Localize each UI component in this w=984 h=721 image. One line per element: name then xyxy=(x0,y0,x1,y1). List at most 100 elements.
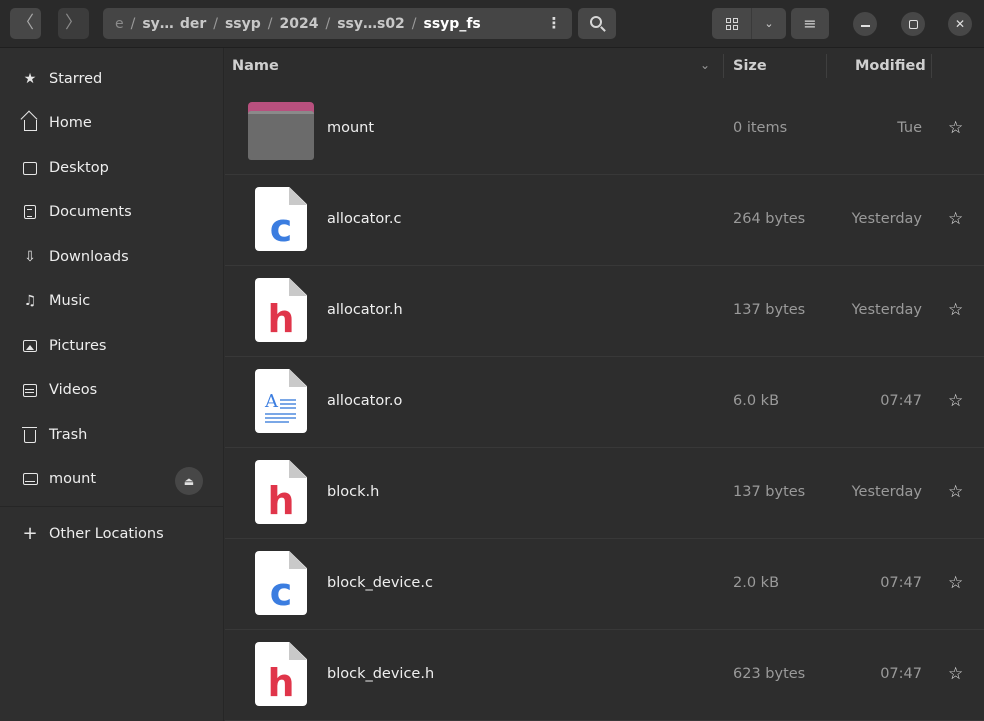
sidebar-item-desktop[interactable]: Desktop xyxy=(0,148,224,188)
star-toggle-icon[interactable]: ☆ xyxy=(948,391,963,411)
sidebar-item-music[interactable]: ♫ Music xyxy=(0,281,224,321)
search-button[interactable] xyxy=(578,8,616,39)
search-icon xyxy=(589,16,602,28)
file-type-letter: c xyxy=(269,206,293,250)
file-row[interactable]: h block_device.h 623 bytes 07:47 ☆ xyxy=(225,630,984,721)
chevron-right-icon: 〉 xyxy=(65,13,82,33)
file-modified: Tue xyxy=(897,120,922,136)
sidebar-item-label: Desktop xyxy=(49,160,109,176)
file-row[interactable]: mount 0 items Tue ☆ xyxy=(225,84,984,175)
forward-button[interactable]: 〉 xyxy=(58,8,89,39)
sidebar-item-label: Trash xyxy=(49,427,88,443)
sidebar-item-label: Other Locations xyxy=(49,526,164,542)
trash-icon xyxy=(22,427,38,443)
star-toggle-icon[interactable]: ☆ xyxy=(948,482,963,502)
sidebar: ★ Starred Home Desktop Documents ⇩ Downl… xyxy=(0,48,224,721)
sidebar-item-videos[interactable]: Videos xyxy=(0,370,224,410)
file-size: 623 bytes xyxy=(733,666,806,682)
file-row[interactable]: c block_device.c 2.0 kB 07:47 ☆ xyxy=(225,539,984,630)
sidebar-item-label: Videos xyxy=(49,382,98,398)
sidebar-item-downloads[interactable]: ⇩ Downloads xyxy=(0,237,224,277)
path-menu-button[interactable]: ⋮ xyxy=(544,13,564,34)
desktop-icon xyxy=(22,160,38,176)
file-type-letter: h xyxy=(267,297,295,341)
file-modified: 07:47 xyxy=(880,666,922,682)
file-name: block_device.h xyxy=(327,666,435,682)
path-bar: e / sy… der / ssyp / 2024 / ssy…s02 / ss… xyxy=(103,8,572,39)
hamburger-menu-icon: ≡ xyxy=(803,14,817,33)
file-list: Name ⌄ Size Modified mount 0 items Tue ☆… xyxy=(225,48,984,721)
column-name-header[interactable]: Name xyxy=(232,58,279,74)
file-manager-window: 〈 〉 e / sy… der / ssyp / 2024 / ssy…s02 … xyxy=(0,0,984,721)
minimize-button[interactable] xyxy=(853,12,877,36)
file-row[interactable]: c allocator.c 264 bytes Yesterday ☆ xyxy=(225,175,984,266)
column-divider xyxy=(826,54,827,78)
sidebar-item-label: Documents xyxy=(49,204,132,220)
file-size: 137 bytes xyxy=(733,302,806,318)
sidebar-item-home[interactable]: Home xyxy=(0,103,224,143)
file-modified: Yesterday xyxy=(851,484,922,500)
breadcrumb-item[interactable]: e xyxy=(115,16,124,32)
grid-view-button[interactable] xyxy=(712,8,752,39)
column-divider xyxy=(723,54,724,78)
sidebar-item-label: Home xyxy=(49,115,92,131)
file-modified: 07:47 xyxy=(880,575,922,591)
view-toggle-group: ⌄ xyxy=(712,8,786,39)
download-icon: ⇩ xyxy=(24,249,36,265)
star-toggle-icon[interactable]: ☆ xyxy=(948,118,963,138)
file-row[interactable]: h allocator.h 137 bytes Yesterday ☆ xyxy=(225,266,984,357)
star-toggle-icon[interactable]: ☆ xyxy=(948,300,963,320)
breadcrumb-separator: / xyxy=(130,15,136,32)
column-modified-header[interactable]: Modified xyxy=(855,58,926,74)
videos-icon xyxy=(22,382,38,398)
file-name: mount xyxy=(327,120,375,136)
file-row[interactable]: h block.h 137 bytes Yesterday ☆ xyxy=(225,448,984,539)
maximize-button[interactable] xyxy=(901,12,925,36)
breadcrumb-item[interactable]: der xyxy=(180,16,206,32)
file-name: allocator.h xyxy=(327,302,403,318)
file-modified: Yesterday xyxy=(851,302,922,318)
close-icon: ✕ xyxy=(954,17,966,31)
file-modified: 07:47 xyxy=(880,393,922,409)
sidebar-divider xyxy=(0,506,224,507)
eject-icon: ⏏ xyxy=(183,474,195,488)
sidebar-item-starred[interactable]: ★ Starred xyxy=(0,59,224,99)
breadcrumb-item[interactable]: ssyp xyxy=(225,16,261,32)
drive-icon xyxy=(22,471,38,487)
star-toggle-icon[interactable]: ☆ xyxy=(948,573,963,593)
main-menu-button[interactable]: ≡ xyxy=(791,8,829,39)
eject-button[interactable]: ⏏ xyxy=(175,467,203,495)
breadcrumb-current[interactable]: ssyp_fs xyxy=(424,16,481,32)
plus-icon: + xyxy=(22,523,38,544)
back-button[interactable]: 〈 xyxy=(10,8,41,39)
folder-icon xyxy=(248,102,314,160)
music-icon: ♫ xyxy=(23,293,37,309)
file-fold-corner xyxy=(289,369,307,387)
maximize-icon xyxy=(908,19,918,29)
breadcrumb-separator: / xyxy=(325,15,331,32)
sidebar-item-documents[interactable]: Documents xyxy=(0,192,224,232)
breadcrumb-item[interactable]: 2024 xyxy=(280,16,319,32)
sidebar-item-other-locations[interactable]: + Other Locations xyxy=(0,514,224,554)
file-name: allocator.o xyxy=(327,393,403,409)
sidebar-item-pictures[interactable]: Pictures xyxy=(0,326,224,366)
file-name: block.h xyxy=(327,484,380,500)
close-button[interactable]: ✕ xyxy=(948,12,972,36)
sidebar-item-mount[interactable]: mount ⏏ xyxy=(0,459,224,499)
breadcrumb-item[interactable]: sy… xyxy=(142,16,173,32)
star-toggle-icon[interactable]: ☆ xyxy=(948,664,963,684)
home-icon xyxy=(22,115,38,131)
column-size-header[interactable]: Size xyxy=(733,58,767,74)
sidebar-item-label: Downloads xyxy=(49,249,129,265)
breadcrumb-separator: / xyxy=(213,15,218,32)
file-size: 0 items xyxy=(733,120,788,136)
view-options-button[interactable]: ⌄ xyxy=(752,8,786,39)
file-size: 2.0 kB xyxy=(733,575,780,591)
star-toggle-icon[interactable]: ☆ xyxy=(948,209,963,229)
breadcrumb-item[interactable]: ssy…s02 xyxy=(337,16,405,32)
sidebar-item-trash[interactable]: Trash xyxy=(0,415,224,455)
file-type-letter: h xyxy=(267,661,295,705)
breadcrumb-separator: / xyxy=(267,15,273,32)
file-name: allocator.c xyxy=(327,211,402,227)
file-row[interactable]: A allocator.o 6.0 kB 07:47 ☆ xyxy=(225,357,984,448)
